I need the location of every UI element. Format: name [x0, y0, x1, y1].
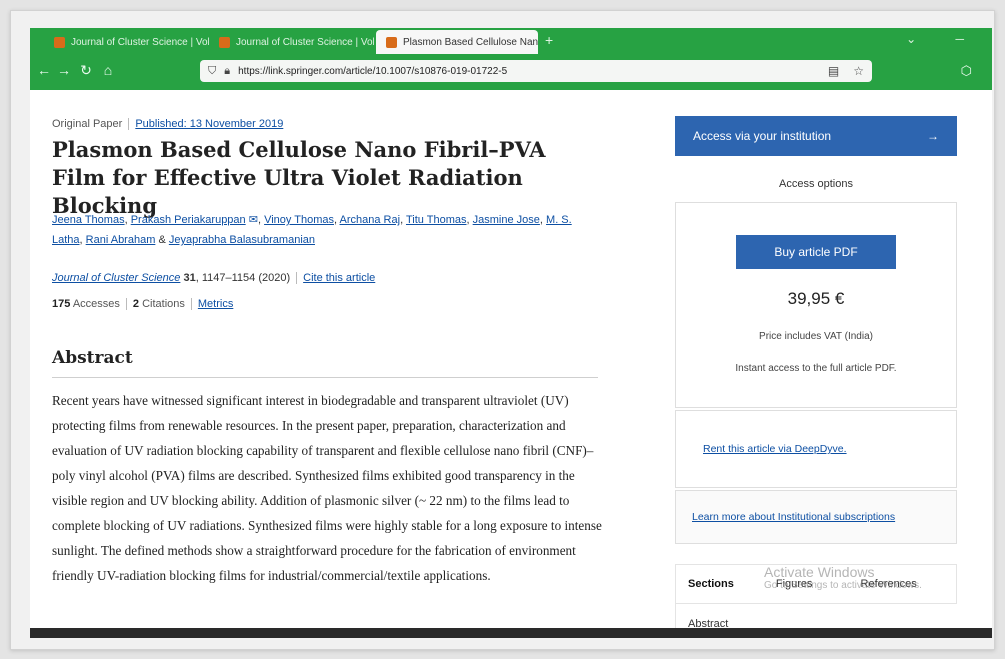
pocket-icon[interactable]: ⬡ — [961, 63, 972, 79]
citations-label: Citations — [142, 298, 185, 310]
article-stats: 175 Accesses 2 Citations Metrics — [52, 298, 233, 311]
lock-icon[interactable]: 🔒︎ — [224, 65, 230, 78]
address-bar[interactable]: ⛉ 🔒︎ https://link.springer.com/article/1… — [200, 60, 872, 82]
springer-favicon-icon — [219, 36, 230, 48]
access-via-institution-button[interactable]: Access via your institution → — [675, 116, 957, 156]
journal-citation: Journal of Cluster Science 31, 1147–1154… — [52, 272, 375, 285]
author-link[interactable]: Jasmine Jose — [473, 214, 540, 226]
buy-article-pdf-button[interactable]: Buy article PDF — [736, 235, 896, 269]
instant-access-note: Instant access to the full article PDF. — [735, 363, 897, 374]
rent-article-box: Rent this article via DeepDyve. — [675, 410, 957, 488]
author-link[interactable]: Jeyaprabha Balasubramanian — [169, 234, 315, 246]
author-link[interactable]: Titu Thomas — [406, 214, 467, 226]
institution-button-label: Access via your institution — [693, 129, 832, 143]
vat-note: Price includes VAT (India) — [759, 331, 873, 342]
tab-label: Journal of Cluster Science | Vol... — [236, 36, 374, 48]
author-ampersand: & — [158, 234, 166, 246]
divider — [296, 272, 298, 285]
journal-link[interactable]: Journal of Cluster Science — [52, 272, 180, 284]
abstract-text: Recent years have witnessed significant … — [52, 393, 602, 583]
learn-more-subscriptions-link[interactable]: Learn more about Institutional subscript… — [692, 511, 895, 523]
divider — [125, 298, 127, 311]
metrics-link[interactable]: Metrics — [198, 298, 233, 310]
navigation-bar: ← → ↻ ⌂ ⛉ 🔒︎ https://link.springer.com/a… — [30, 54, 992, 90]
springer-favicon-icon — [386, 36, 397, 48]
abstract-heading: Abstract — [52, 348, 133, 368]
bookmark-star-icon[interactable]: ☆ — [853, 64, 864, 78]
arrow-right-icon: → — [927, 129, 939, 143]
accesses-count: 175 — [52, 298, 71, 310]
email-icon[interactable]: ✉ — [249, 214, 258, 226]
buy-article-box: Buy article PDF 39,95 € Price includes V… — [675, 202, 957, 408]
window-controls[interactable]: ⌄ ─ — [906, 32, 982, 46]
reload-icon[interactable]: ↻ — [76, 62, 96, 79]
divider — [128, 118, 130, 131]
watermark-line-2: Go to Settings to activate Windows. — [764, 580, 922, 591]
back-icon[interactable]: ← — [34, 62, 54, 78]
author-list: Jeena Thomas, Prakash Periakaruppan ✉, V… — [52, 214, 572, 246]
home-icon[interactable]: ⌂ — [98, 62, 118, 78]
access-options-label: Access options — [779, 178, 853, 190]
tab-strip: Journal of Cluster Science | Vol... ✕ Jo… — [30, 28, 992, 54]
author-link[interactable]: Jeena Thomas — [52, 214, 125, 226]
institutional-subscriptions-box: Learn more about Institutional subscript… — [675, 490, 957, 544]
author-link[interactable]: Archana Raj — [340, 214, 401, 226]
browser-tab-active[interactable]: Plasmon Based Cellulose Nan... ✕ — [376, 30, 538, 54]
browser-window: Journal of Cluster Science | Vol... ✕ Jo… — [30, 28, 992, 636]
page-content: Original Paper Published: 13 November 201… — [30, 90, 992, 636]
browser-tab-1[interactable]: Journal of Cluster Science | Vol... ✕ — [44, 32, 209, 52]
browser-tab-2[interactable]: Journal of Cluster Science | Vol... ✕ — [209, 32, 374, 52]
taskbar — [30, 628, 992, 638]
abstract-divider — [52, 377, 598, 378]
springer-favicon-icon — [54, 36, 65, 48]
shield-icon[interactable]: ⛉ — [208, 65, 216, 78]
cite-article-link[interactable]: Cite this article — [303, 272, 375, 284]
citations-count: 2 — [132, 298, 140, 310]
activate-windows-watermark: Activate Windows Go to Settings to activ… — [764, 565, 922, 593]
rent-deepdyve-link[interactable]: Rent this article via DeepDyve. — [703, 443, 847, 455]
url-text[interactable]: https://link.springer.com/article/10.100… — [238, 66, 507, 77]
article-title: Plasmon Based Cellulose Nano Fibril–PVA … — [52, 137, 546, 218]
published-date-link[interactable]: Published: 13 November 2019 — [135, 118, 283, 130]
article-price: 39,95 € — [787, 289, 845, 308]
author-link[interactable]: Rani Abraham — [86, 234, 156, 246]
accesses-label: Accesses — [72, 298, 120, 310]
divider — [190, 298, 192, 311]
journal-volume: 31 — [183, 272, 196, 284]
forward-icon[interactable]: → — [54, 62, 74, 78]
tab-label: Plasmon Based Cellulose Nan... — [403, 36, 538, 48]
article-meta: Original Paper Published: 13 November 201… — [52, 118, 283, 131]
watermark-line-1: Activate Windows — [764, 564, 875, 580]
article-type: Original Paper — [52, 118, 123, 130]
author-link[interactable]: Prakash Periakaruppan — [131, 214, 246, 226]
journal-pages: , 1147–1154 (2020) — [195, 272, 291, 284]
new-tab-icon[interactable]: + — [545, 32, 553, 48]
author-link[interactable]: Vinoy Thomas — [264, 214, 334, 226]
reader-view-icon[interactable]: ▤ — [828, 64, 839, 78]
tab-label: Journal of Cluster Science | Vol... — [71, 36, 209, 48]
tab-sections[interactable]: Sections — [676, 578, 746, 590]
